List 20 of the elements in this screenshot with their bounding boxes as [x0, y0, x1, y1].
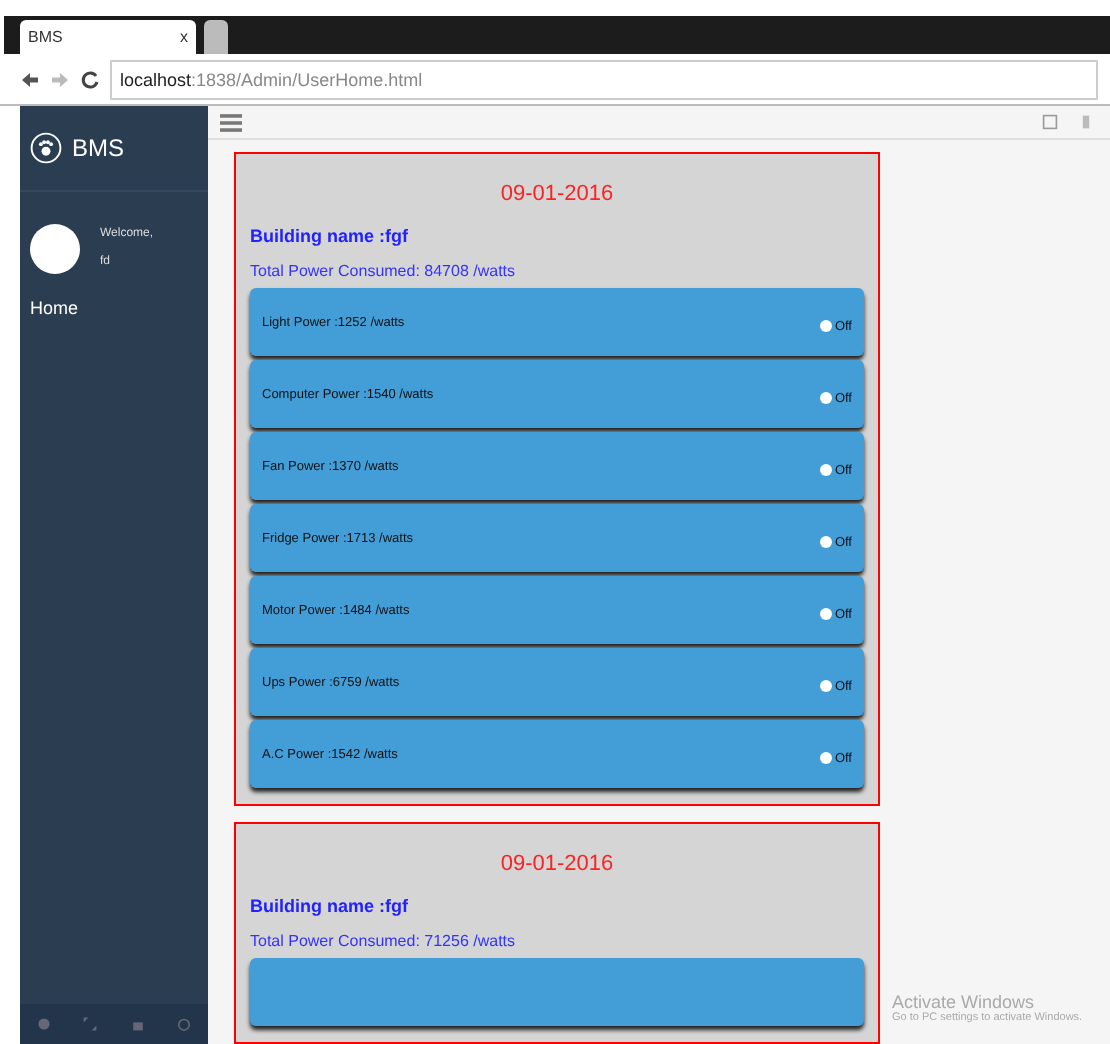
- back-icon[interactable]: [20, 69, 40, 89]
- paw-icon[interactable]: [30, 132, 62, 164]
- card-date: 09-01-2016: [498, 180, 616, 210]
- activation-title: Activate Windows: [892, 992, 1037, 1012]
- card-date: 09-01-2016: [498, 850, 616, 880]
- reload-icon[interactable]: [80, 69, 100, 89]
- browser-tab[interactable]: BMS x: [20, 20, 196, 54]
- nav-link[interactable]: Home: [20, 286, 208, 330]
- building-name: Building name :fgf: [250, 896, 410, 916]
- close-icon[interactable]: x: [180, 28, 188, 46]
- address-field[interactable]: localhost:1838/Admin/UserHome.html: [110, 59, 1098, 99]
- forward-icon[interactable]: [50, 69, 70, 89]
- brand-name: BMS: [72, 134, 125, 162]
- total-power: Total Power Consumed: 71256 /watts: [250, 932, 518, 950]
- avatar: [30, 224, 80, 274]
- building-name: Building name :fgf: [250, 226, 410, 246]
- expand-icon[interactable]: [82, 1016, 99, 1032]
- total-power: Total Power Consumed: 84708 /watts: [250, 262, 518, 280]
- menu-icon[interactable]: [220, 111, 242, 133]
- browser-tab[interactable]: [204, 20, 228, 54]
